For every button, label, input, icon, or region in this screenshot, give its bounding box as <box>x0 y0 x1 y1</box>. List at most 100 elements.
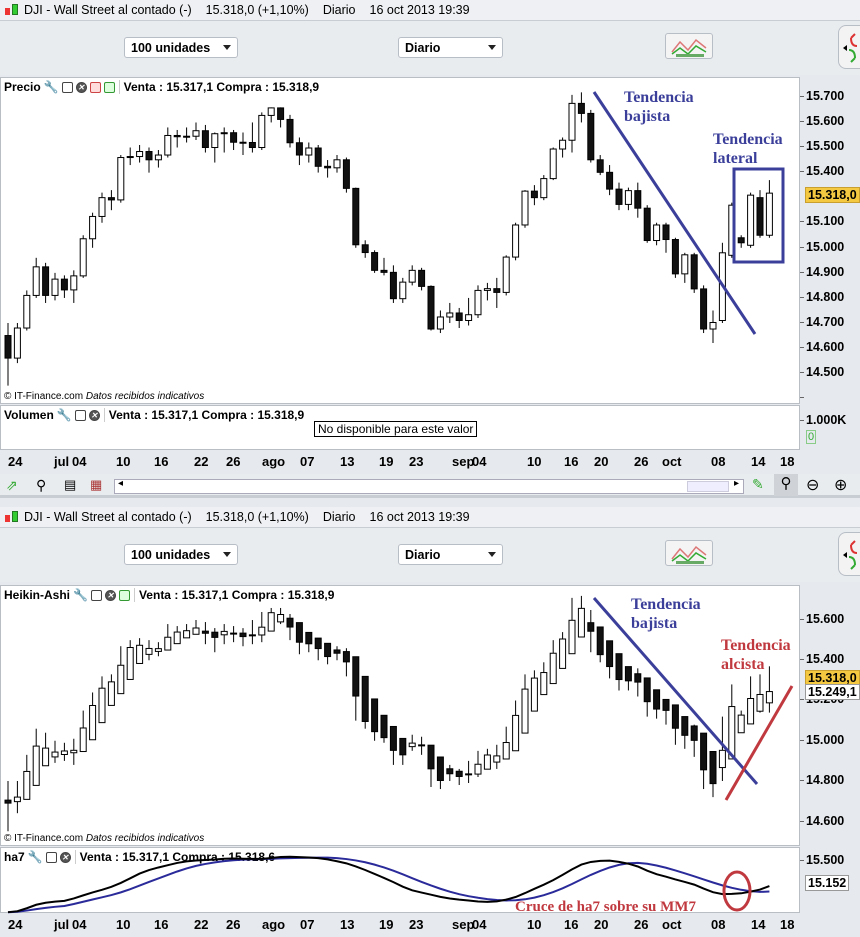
x-tick: 20 <box>594 454 609 469</box>
indicators-button[interactable] <box>665 33 713 59</box>
annotation-downtrend: Tendencia bajista <box>631 596 701 632</box>
arrow-up-icon[interactable] <box>118 589 130 601</box>
disclaimer-text: Datos recibidos indicativos <box>85 391 205 402</box>
close-icon[interactable]: ✕ <box>59 851 71 863</box>
side-panel-toggle[interactable] <box>838 532 860 576</box>
y-tick: 15.000 <box>799 240 845 254</box>
x-tick: 19 <box>379 917 394 932</box>
x-tick: 26 <box>226 917 241 932</box>
close-icon[interactable]: ✕ <box>104 589 116 601</box>
scroll-thumb[interactable] <box>687 481 729 492</box>
x-tick: 10 <box>527 917 542 932</box>
x-tick: oct <box>662 917 682 932</box>
datetime-label: 16 oct 2013 19:39 <box>369 3 470 17</box>
horizontal-scrollbar[interactable]: ◂ ▸ <box>114 478 744 494</box>
pane-title: ha7 <box>4 850 25 864</box>
period-select[interactable]: Diario <box>398 37 503 58</box>
pane-header: ha7 🔧 ✕ Venta : 15.317,1 Compra : 15.318,6 <box>1 848 275 866</box>
units-value: 100 unidades <box>131 40 211 55</box>
x-tick: 23 <box>409 454 424 469</box>
side-panel-toggle[interactable] <box>838 25 860 69</box>
chart-toolbar: 100 unidades Diario <box>0 21 860 75</box>
x-tick: 10 <box>527 454 542 469</box>
x-tick: 07 <box>300 917 315 932</box>
x-tick: 18 <box>780 917 795 932</box>
link-icon[interactable]: ⚲ <box>36 477 46 494</box>
units-select[interactable]: 100 unidades <box>124 37 238 58</box>
x-tick: 13 <box>340 454 355 469</box>
x-tick: 10 <box>116 917 131 932</box>
y-tick: 14.500 <box>799 365 845 379</box>
second-price-badge: 15.249,1 <box>805 684 860 700</box>
window-icon[interactable] <box>61 81 73 93</box>
indicators-button[interactable] <box>665 540 713 566</box>
sub-axis: 1.000K 0 <box>799 405 860 450</box>
annotation-uptrend: Tendencia alcista <box>721 637 791 673</box>
candlestick-icon <box>4 510 20 524</box>
units-select[interactable]: 100 unidades <box>124 544 238 565</box>
wrench-icon[interactable]: 🔧 <box>28 850 43 864</box>
zoom-out-icon[interactable]: ⊖ <box>806 475 819 495</box>
close-icon[interactable]: ✕ <box>75 81 87 93</box>
window-icon[interactable] <box>90 589 102 601</box>
auto-zoom-icon[interactable]: ⚲ <box>774 474 798 496</box>
tool-icon[interactable]: ✎ <box>752 476 764 493</box>
x-tick: 07 <box>300 454 315 469</box>
swap-arrows-icon <box>843 540 858 570</box>
period-value: Diario <box>405 547 441 562</box>
x-tick: 19 <box>379 454 394 469</box>
quote-text: Venta : 15.317,1 Compra : 15.318,9 <box>123 80 320 94</box>
wall-icon[interactable]: ▦ <box>90 477 102 493</box>
scroll-right-icon[interactable]: ▸ <box>734 478 739 489</box>
scroll-left-icon[interactable]: ◂ <box>118 478 123 489</box>
x-tick: 16 <box>154 917 169 932</box>
x-tick: 14 <box>751 917 766 932</box>
x-tick: 04 <box>472 917 487 932</box>
y-tick: 14.800 <box>799 773 845 787</box>
candlestick-icon <box>4 3 20 17</box>
x-tick: 24 <box>8 917 23 932</box>
copyright-text: © IT-Finance.com <box>4 391 84 402</box>
export-icon[interactable]: ⇗ <box>6 477 18 494</box>
x-tick: 10 <box>116 454 131 469</box>
arrow-down-icon[interactable] <box>89 81 101 93</box>
x-tick: 04 <box>472 454 487 469</box>
window-icon[interactable] <box>45 851 57 863</box>
wrench-icon[interactable]: 🔧 <box>44 80 59 94</box>
close-icon[interactable]: ✕ <box>88 409 100 421</box>
arrow-up-icon[interactable] <box>103 81 115 93</box>
price-pane[interactable]: Precio 🔧 ✕ Venta : 15.317,1 Compra : 15.318… <box>0 77 800 404</box>
x-tick: 26 <box>634 454 649 469</box>
price-axis[interactable]: 15.700 15.600 15.500 15.400 15.100 15.000 14.9… <box>799 77 860 404</box>
x-tick: 04 <box>72 917 87 932</box>
y-tick: 14.600 <box>799 340 845 354</box>
chart-navigation-bar: ⇗ ⚲ ▤ ▦ ◂ ▸ ✎ ⚲ ⊖ ⊕ <box>0 474 860 498</box>
wrench-icon[interactable]: 🔧 <box>57 408 72 422</box>
volume-pane[interactable]: Volumen 🔧 ✕ Venta : 15.317,1 Compra : 15.31… <box>0 405 800 450</box>
indicators-icon <box>671 545 707 564</box>
period-label: Diario <box>322 510 356 524</box>
period-select[interactable]: Diario <box>398 544 503 565</box>
chart-toolbar: 100 unidades Diario <box>0 528 860 582</box>
period-label: Diario <box>322 3 356 17</box>
zoom-in-icon[interactable]: ⊕ <box>834 475 847 495</box>
x-tick: 20 <box>594 917 609 932</box>
wrench-icon[interactable]: 🔧 <box>73 588 88 602</box>
x-tick: 16 <box>154 454 169 469</box>
pane-header: Precio 🔧 ✕ Venta : 15.317,1 Compra : 15.318… <box>1 78 320 96</box>
x-tick: 26 <box>634 917 649 932</box>
price-axis[interactable]: 15.60015.40015.20015.00014.80014.60015.3… <box>799 585 860 846</box>
copyright: © IT-Finance.com Datos recibidos indicat… <box>4 833 204 844</box>
quote-text: Venta : 15.317,1 Compra : 15.318,6 <box>79 850 276 864</box>
window-titlebar: DJI - Wall Street al contado (-) 15.318,… <box>0 0 860 21</box>
pane-header: Volumen 🔧 ✕ Venta : 15.317,1 Compra : 15.31… <box>1 406 304 424</box>
sub-axis: 15.500 15.152 <box>799 847 860 913</box>
x-tick: ago <box>262 454 286 469</box>
chevron-down-icon <box>223 45 231 50</box>
period-value: Diario <box>405 40 441 55</box>
report-icon[interactable]: ▤ <box>64 477 76 493</box>
y-tick: 15.400 <box>799 652 845 666</box>
window-titlebar: DJI - Wall Street al contado (-) 15.318,… <box>0 507 860 528</box>
window-icon[interactable] <box>74 409 86 421</box>
x-tick: 16 <box>564 917 579 932</box>
